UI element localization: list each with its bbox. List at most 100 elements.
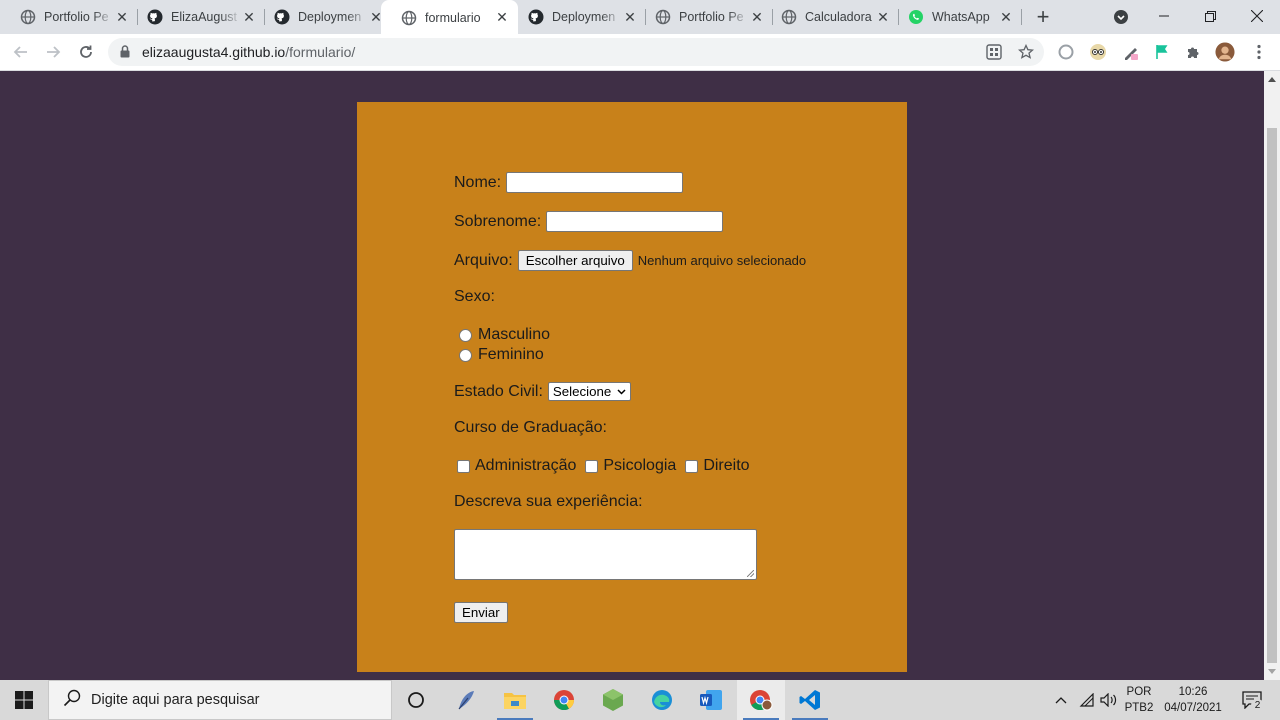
feather-app-icon[interactable] — [442, 680, 490, 720]
windows-start-icon[interactable] — [0, 680, 48, 720]
tab-search-icon[interactable] — [1110, 6, 1132, 28]
tab-elizaaugust[interactable]: ElizaAugust ✕ — [127, 0, 265, 34]
sobrenome-input[interactable] — [546, 211, 724, 232]
nome-row: Nome: — [454, 172, 684, 193]
extension-pen-icon[interactable] — [1121, 42, 1141, 62]
close-window-button[interactable] — [1234, 0, 1280, 32]
taskbar-search-box[interactable]: Digite aqui para pesquisar — [48, 680, 392, 720]
globe-icon — [655, 9, 671, 25]
lock-icon[interactable] — [120, 45, 130, 63]
chrome-icon[interactable] — [540, 680, 588, 720]
nodejs-icon[interactable] — [589, 680, 637, 720]
url-path: /formulario/ — [285, 44, 356, 60]
tab-title: Deploymen — [298, 10, 362, 24]
tab-deployment-2[interactable]: Deploymen ✕ — [508, 0, 646, 34]
tab-calculadora[interactable]: Calculadora ✕ — [761, 0, 899, 34]
scroll-down-icon[interactable] — [1268, 669, 1276, 674]
extensions-puzzle-icon[interactable] — [1184, 42, 1204, 62]
translate-icon[interactable] — [985, 43, 1003, 61]
nome-input[interactable] — [506, 172, 684, 193]
experiencia-row: Descreva sua experiência: — [454, 493, 643, 511]
file-status: Nenhum arquivo selecionado — [637, 253, 807, 268]
estado-civil-select[interactable]: Selecione — [547, 382, 632, 401]
sexo-option-masculino[interactable]: Masculino — [453, 326, 550, 344]
tab-title: WhatsApp — [932, 10, 990, 24]
tab-portfolio-2[interactable]: Portfolio Pe ✕ — [635, 0, 773, 34]
tab-title: Portfolio Pe — [679, 10, 744, 24]
globe-icon — [20, 9, 36, 25]
scroll-up-icon[interactable] — [1268, 77, 1276, 82]
tab-deployment-1[interactable]: Deploymen ✕ — [254, 0, 392, 34]
chrome-profile-icon[interactable] — [737, 680, 785, 720]
clock[interactable]: 10:26 04/07/2021 — [1158, 684, 1228, 716]
tab-title: Deploymen — [552, 10, 616, 24]
github-icon — [147, 9, 163, 25]
clock-time: 10:26 — [1178, 686, 1208, 698]
new-tab-button[interactable]: + — [1031, 4, 1055, 29]
task-view-icon[interactable] — [392, 680, 440, 720]
masculino-radio[interactable] — [459, 328, 472, 342]
back-button[interactable] — [7, 38, 35, 66]
reload-button[interactable] — [72, 38, 100, 66]
experiencia-textarea[interactable] — [454, 529, 757, 580]
page-scrollbar[interactable] — [1264, 71, 1280, 680]
browser-menu-icon[interactable] — [1249, 42, 1269, 62]
tab-whatsapp[interactable]: WhatsApp ✕ — [888, 0, 1022, 34]
whatsapp-icon — [908, 9, 924, 25]
globe-icon — [781, 9, 797, 25]
curso-label: Curso de Graduação: — [454, 419, 607, 436]
show-hidden-icons-chevron-up-icon[interactable] — [1052, 680, 1070, 720]
direito-checkbox[interactable] — [685, 459, 699, 473]
extension-circle-icon[interactable] — [1056, 42, 1076, 62]
url-host: elizaaugusta4.github.io — [142, 44, 286, 60]
tab-separator — [1021, 9, 1022, 25]
volume-icon[interactable] — [1099, 680, 1119, 720]
psicologia-checkbox[interactable] — [585, 459, 599, 473]
estado-civil-row: Estado Civil: Selecione — [454, 382, 632, 401]
tab-strip: Portfolio Pe ✕ ElizaAugust ✕ Deploymen ✕… — [0, 0, 1280, 35]
feminino-radio[interactable] — [459, 348, 472, 362]
tab-formulario[interactable]: formulario ✕ — [381, 0, 518, 35]
chevron-down-icon — [617, 388, 626, 395]
scrollbar-thumb[interactable] — [1267, 128, 1277, 663]
notification-center-icon[interactable]: 2 — [1236, 680, 1268, 720]
tab-portfolio-1[interactable]: Portfolio Pe ✕ — [0, 0, 138, 34]
search-icon — [63, 689, 81, 712]
choose-file-button[interactable]: Escolher arquivo — [517, 250, 633, 271]
extension-flag-icon[interactable] — [1152, 42, 1172, 62]
forward-button[interactable] — [39, 38, 67, 66]
experiencia-label: Descreva sua experiência: — [454, 493, 643, 510]
sexo-option-feminino[interactable]: Feminino — [453, 346, 544, 364]
administracao-checkbox[interactable] — [457, 459, 470, 473]
masculino-label: Masculino — [478, 326, 551, 343]
restore-button[interactable] — [1187, 0, 1233, 32]
url-text[interactable]: elizaaugusta4.github.io/formulario/ — [142, 44, 355, 60]
enviar-button[interactable]: Enviar — [454, 602, 508, 623]
direito-label: Direito — [703, 457, 750, 474]
close-tab-icon[interactable]: ✕ — [998, 9, 1014, 25]
tab-title: Calculadora — [805, 10, 872, 24]
vscode-icon[interactable] — [786, 680, 834, 720]
administracao-label: Administração — [475, 457, 577, 474]
feminino-label: Feminino — [478, 346, 544, 363]
network-icon[interactable] — [1078, 680, 1096, 720]
clock-date: 04/07/2021 — [1164, 702, 1222, 714]
github-icon — [528, 9, 544, 25]
tab-title: formulario — [425, 10, 481, 25]
minimize-button[interactable] — [1141, 0, 1187, 32]
resize-grip-icon[interactable] — [747, 570, 754, 577]
edge-icon[interactable] — [638, 680, 686, 720]
windows-taskbar: Digite aqui para pesquisar POR PTB2 10:2… — [0, 680, 1280, 720]
bookmark-star-icon[interactable] — [1017, 43, 1035, 61]
globe-icon — [401, 10, 417, 26]
address-bar[interactable]: elizaaugusta4.github.io/formulario/ — [108, 38, 1044, 66]
profile-avatar[interactable] — [1215, 42, 1235, 62]
extension-owl-icon[interactable] — [1088, 42, 1108, 62]
language-indicator[interactable]: POR PTB2 — [1122, 684, 1156, 716]
word-icon[interactable] — [687, 680, 735, 720]
sobrenome-row: Sobrenome: — [454, 211, 724, 232]
language-top: POR — [1126, 686, 1152, 698]
taskbar-search-placeholder: Digite aqui para pesquisar — [91, 692, 260, 708]
github-icon — [274, 9, 290, 25]
file-explorer-icon[interactable] — [491, 680, 539, 720]
